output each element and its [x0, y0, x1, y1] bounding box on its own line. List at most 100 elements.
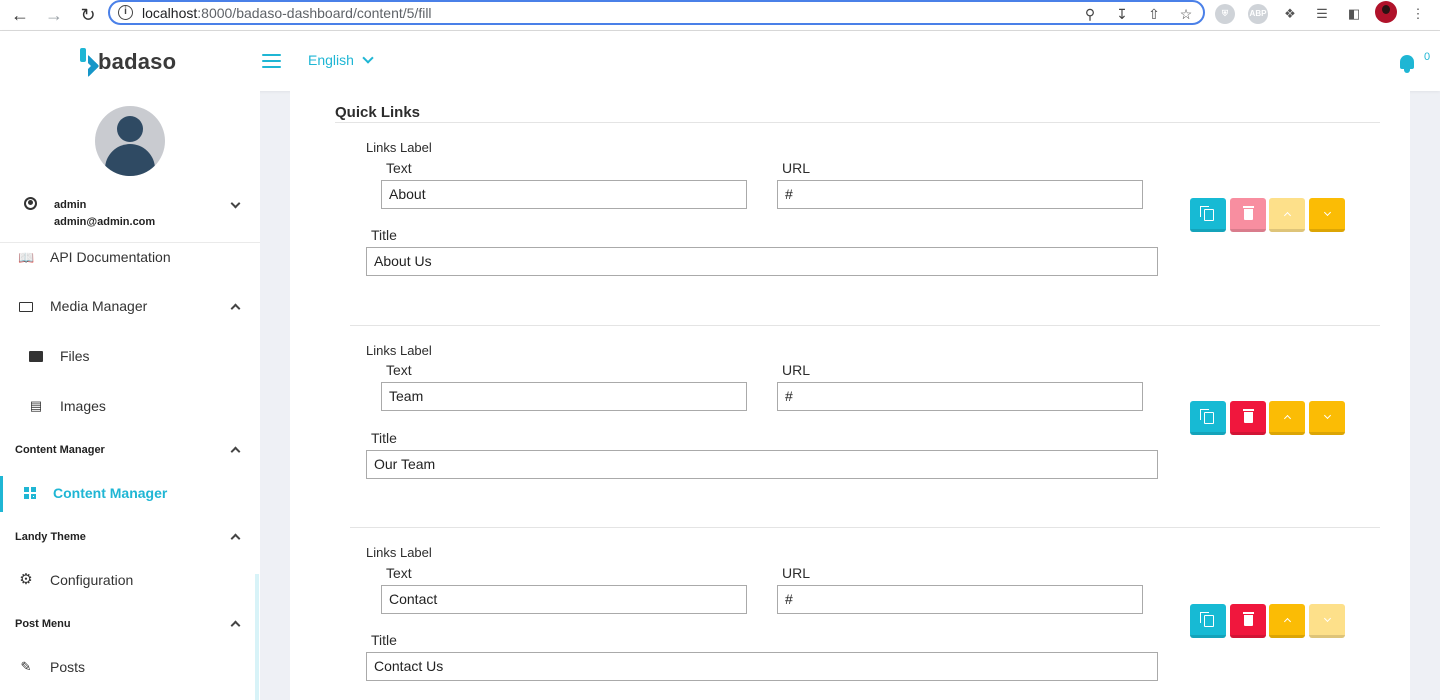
- move-down-button[interactable]: [1309, 401, 1345, 435]
- browser-menu-icon[interactable]: ⋮: [1408, 4, 1428, 24]
- dashboard-grid-icon: [22, 486, 38, 500]
- badaso-logo[interactable]: badaso: [76, 48, 176, 78]
- links-label-heading: Links Label: [366, 140, 432, 155]
- sidebar-item-content-manager[interactable]: Content Manager: [0, 476, 256, 512]
- app-header: badaso English 0: [0, 31, 1440, 91]
- link-title-input[interactable]: Our Team: [366, 450, 1158, 479]
- chevron-down-icon: [362, 52, 374, 64]
- install-icon[interactable]: ↧: [1114, 6, 1130, 22]
- move-up-button[interactable]: [1269, 198, 1305, 232]
- chevron-up-icon: [230, 303, 241, 314]
- delete-button[interactable]: [1230, 604, 1266, 638]
- folder-icon: [18, 299, 34, 313]
- text-field-label: Text: [386, 160, 412, 176]
- duplicate-button[interactable]: [1190, 604, 1226, 638]
- shield-extension-icon[interactable]: ⛨: [1215, 4, 1235, 24]
- section-landy-theme[interactable]: Landy Theme: [15, 531, 86, 543]
- chevron-up-icon[interactable]: [230, 533, 241, 544]
- extensions-puzzle-icon[interactable]: ❖: [1280, 4, 1300, 24]
- title-field-label: Title: [371, 632, 397, 648]
- reading-list-icon[interactable]: ☰: [1312, 4, 1332, 24]
- folder-filled-icon: [28, 349, 44, 363]
- forward-icon[interactable]: →: [42, 3, 66, 27]
- user-email: admin@admin.com: [54, 216, 156, 228]
- trash-icon: [1242, 409, 1254, 423]
- move-up-button[interactable]: [1269, 401, 1305, 435]
- sidebar-item-label: Images: [60, 398, 106, 414]
- chevron-up-icon: [1283, 617, 1291, 625]
- back-icon[interactable]: ←: [8, 3, 32, 27]
- reload-icon[interactable]: ↻: [76, 3, 100, 27]
- link-url-input[interactable]: #: [777, 382, 1143, 411]
- url-field-label: URL: [782, 362, 811, 378]
- browser-toolbar: ← → ↻ i localhost:8000/badaso-dashboard/…: [0, 0, 1440, 31]
- chevron-up-icon[interactable]: [230, 620, 241, 631]
- images-icon: ▤: [29, 398, 43, 413]
- copy-icon: [1200, 408, 1214, 424]
- profile-avatar[interactable]: [1375, 1, 1397, 23]
- link-title-input[interactable]: Contact Us: [366, 652, 1158, 681]
- section-post-menu[interactable]: Post Menu: [15, 618, 71, 630]
- content-card: Quick Links Links Label Text URL About #…: [290, 91, 1410, 700]
- notification-bell-icon[interactable]: [1398, 53, 1416, 73]
- delete-button[interactable]: [1230, 401, 1266, 435]
- title-field-label: Title: [371, 430, 397, 446]
- bookmark-star-icon[interactable]: ☆: [1178, 6, 1194, 22]
- sidebar-item-images[interactable]: ▤ Images: [0, 389, 256, 425]
- title-field-label: Title: [371, 227, 397, 243]
- links-label-heading: Links Label: [366, 343, 432, 358]
- duplicate-button[interactable]: [1190, 401, 1226, 435]
- user-avatar: [95, 106, 165, 176]
- link-url-input[interactable]: #: [777, 180, 1143, 209]
- link-text-input[interactable]: About: [381, 180, 747, 209]
- key-icon[interactable]: ⚲: [1082, 6, 1098, 22]
- move-down-button[interactable]: [1309, 604, 1345, 638]
- move-down-button[interactable]: [1309, 198, 1345, 232]
- chevron-down-icon[interactable]: [230, 198, 241, 209]
- sidebar-item-label: Media Manager: [50, 298, 148, 314]
- badaso-logo-icon: [76, 48, 100, 78]
- copy-icon: [1200, 611, 1214, 627]
- text-field-label: Text: [386, 565, 412, 581]
- sidebar-item-label: Configuration: [50, 572, 134, 588]
- site-info-icon[interactable]: i: [118, 5, 133, 20]
- adblock-extension-icon[interactable]: ABP: [1248, 4, 1268, 24]
- address-bar[interactable]: i localhost:8000/badaso-dashboard/conten…: [108, 0, 1205, 25]
- duplicate-button[interactable]: [1190, 198, 1226, 232]
- trash-icon: [1242, 206, 1254, 220]
- post-add-icon: ✎: [20, 659, 32, 674]
- delete-button[interactable]: [1230, 198, 1266, 232]
- link-text-input[interactable]: Team: [381, 382, 747, 411]
- link-text-input[interactable]: Contact: [381, 585, 747, 614]
- move-up-button[interactable]: [1269, 604, 1305, 638]
- section-content-manager[interactable]: Content Manager: [15, 444, 105, 456]
- chevron-up-icon[interactable]: [230, 446, 241, 457]
- notification-count: 0: [1424, 51, 1431, 63]
- link-url-input[interactable]: #: [777, 585, 1143, 614]
- address-url: localhost:8000/badaso-dashboard/content/…: [142, 5, 432, 21]
- sidebar-item-label: Content Manager: [53, 485, 168, 501]
- sidebar-scrollbar[interactable]: [255, 574, 259, 700]
- language-selector[interactable]: English: [308, 52, 374, 68]
- gear-icon: ⚙: [19, 571, 33, 588]
- chevron-up-icon: [1283, 211, 1291, 219]
- chevron-down-icon: [1323, 614, 1331, 622]
- user-name: admin: [54, 199, 87, 211]
- side-panel-icon[interactable]: ◧: [1344, 4, 1364, 24]
- menu-toggle-icon[interactable]: [262, 54, 281, 68]
- book-icon: 📖: [18, 250, 35, 265]
- user-menu[interactable]: admin admin@admin.com: [0, 193, 260, 243]
- sidebar-item-api-documentation[interactable]: 📖 API Documentation: [0, 241, 256, 277]
- section-title: Quick Links: [335, 104, 421, 121]
- sidebar-item-configuration[interactable]: ⚙ Configuration: [0, 563, 256, 599]
- chevron-up-icon: [1283, 414, 1291, 422]
- sidebar-item-label: Posts: [50, 659, 86, 675]
- share-icon[interactable]: ⇧: [1146, 6, 1162, 22]
- links-label-heading: Links Label: [366, 545, 432, 560]
- sidebar-item-files[interactable]: Files: [0, 339, 256, 375]
- sidebar-item-posts[interactable]: ✎ Posts: [0, 650, 256, 686]
- sidebar-item-media-manager[interactable]: Media Manager: [0, 289, 256, 325]
- link-title-input[interactable]: About Us: [366, 247, 1158, 276]
- sidebar-item-label: API Documentation: [50, 249, 171, 265]
- trash-icon: [1242, 612, 1254, 626]
